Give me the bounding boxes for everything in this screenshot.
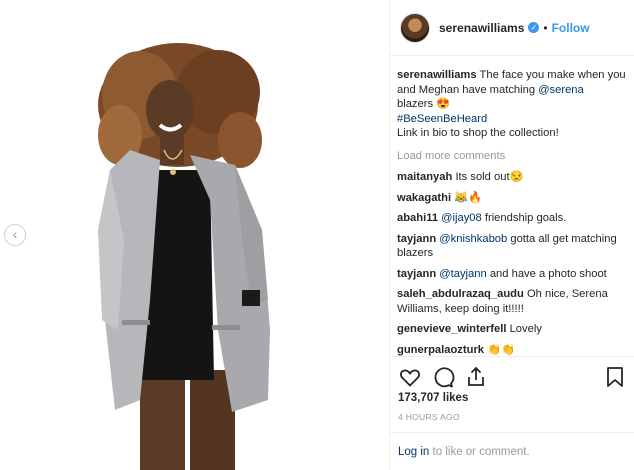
comment-username[interactable]: gunerpalaozturk xyxy=(397,344,484,356)
caption-text-3: Link in bio to shop the collection! xyxy=(397,127,559,139)
action-bar xyxy=(390,356,634,396)
post-timestamp: 4 HOURS AGO xyxy=(398,412,460,422)
comment-username[interactable]: maitanyah xyxy=(397,171,452,183)
load-more-comments-button[interactable]: Load more comments xyxy=(397,149,629,164)
heart-icon[interactable] xyxy=(398,365,422,389)
comment-mention[interactable]: @knishkabob xyxy=(439,233,507,245)
previous-post-button[interactable]: ‹ xyxy=(4,224,26,246)
login-link[interactable]: Log in xyxy=(398,446,429,458)
comment-username[interactable]: tayjann xyxy=(397,268,436,280)
header-username[interactable]: serenawilliams xyxy=(439,21,524,35)
verified-badge-icon: ✓ xyxy=(528,22,540,33)
post-header: serenawilliams ✓ • Follow xyxy=(390,0,634,56)
comment: maitanyah Its sold out😒 xyxy=(397,170,629,185)
comment-username[interactable]: saleh_abdulrazaq_audu xyxy=(397,288,524,300)
comment-text: and have a photo shoot xyxy=(489,267,607,280)
likes-count[interactable]: 173,707 likes xyxy=(398,392,468,404)
comment-text: Its sold out😒 xyxy=(455,171,524,183)
avatar[interactable] xyxy=(400,12,430,43)
comment-text: 👏👏 xyxy=(487,343,516,356)
chevron-left-icon: ‹ xyxy=(12,226,18,242)
post-details-panel: serenawilliams ✓ • Follow serenawilliams… xyxy=(389,0,634,470)
comment-text: friendship goals. xyxy=(484,212,567,224)
post-image-area: ‹ xyxy=(0,0,389,470)
comment: tayjann @knishkabob gotta all get matchi… xyxy=(397,232,629,261)
follow-button[interactable]: Follow xyxy=(552,21,590,35)
login-text: to like or comment. xyxy=(432,446,530,458)
comment: wakagathi 😹🔥 xyxy=(397,191,629,206)
comment-mention[interactable]: @ijay08 xyxy=(441,212,482,224)
caption-mention[interactable]: @serena xyxy=(538,84,584,96)
share-icon[interactable] xyxy=(464,365,488,389)
comment-text: 😹🔥 xyxy=(454,191,483,204)
comment: abahi11 @ijay08 friendship goals. xyxy=(397,211,629,226)
comment-icon[interactable] xyxy=(431,365,455,389)
login-prompt: Log in to like or comment. xyxy=(390,432,634,470)
comment: genevieve_winterfell Lovely xyxy=(397,322,629,337)
comment: tayjann @tayjann and have a photo shoot xyxy=(397,267,629,282)
comment-username[interactable]: abahi11 xyxy=(397,212,438,224)
comment-username[interactable]: wakagathi xyxy=(397,192,451,204)
bookmark-icon[interactable] xyxy=(603,365,627,389)
comment-username[interactable]: tayjann xyxy=(397,233,436,245)
post-photo xyxy=(98,43,270,470)
comments-list[interactable]: serenawilliams The face you make when yo… xyxy=(390,56,634,356)
comment-mention[interactable]: @tayjann xyxy=(439,268,486,280)
caption-username[interactable]: serenawilliams xyxy=(397,69,477,81)
caption: serenawilliams The face you make when yo… xyxy=(397,68,629,141)
comment-text: Lovely xyxy=(509,323,542,335)
comment-username[interactable]: genevieve_winterfell xyxy=(397,323,506,335)
comment: saleh_abdulrazaq_audu Oh nice, Serena Wi… xyxy=(397,287,629,316)
comment: gunerpalaozturk 👏👏 xyxy=(397,343,629,357)
caption-hashtag[interactable]: #BeSeenBeHeard xyxy=(397,113,487,125)
separator-dot: • xyxy=(543,20,548,35)
caption-text-2: blazers 😍 xyxy=(397,98,451,110)
